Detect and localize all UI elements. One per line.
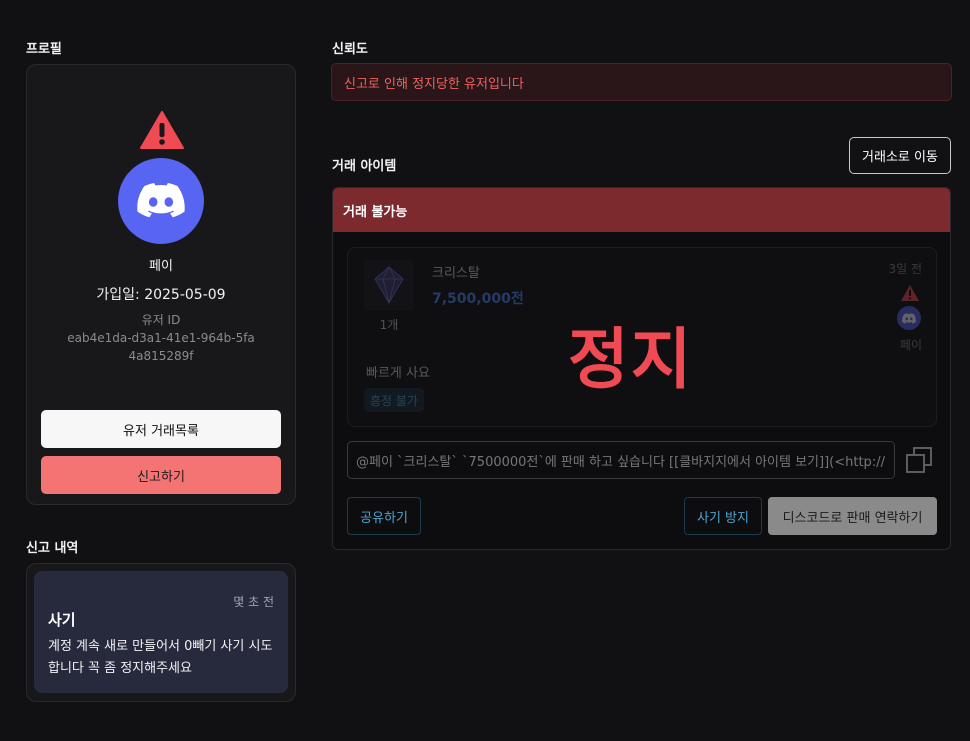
trade-message-input[interactable]: @페이 `크리스탈` `7500000전`에 판매 하고 싶습니다 [[클바지지… — [347, 441, 895, 479]
profile-card: 페이 가입일: 2025-05-09 유저 ID eab4e1da-d3a1-4… — [26, 64, 296, 505]
user-id-label: 유저 ID — [141, 313, 181, 327]
report-list: 몇 초 전 사기 계정 계속 새로 만들어서 0빼기 사기 시도합니다 꼭 좀 … — [26, 563, 296, 702]
profile-section-title: 프로필 — [26, 42, 62, 57]
item-quantity: 1개 — [379, 318, 399, 332]
item-price: 7,500,000전 — [432, 291, 524, 307]
share-button[interactable]: 공유하기 — [347, 497, 421, 535]
banned-stamp: 정지 — [568, 321, 694, 398]
trade-status-header: 거래 불가능 — [333, 188, 950, 232]
user-id-value: eab4e1da-d3a1-41e1-964b-5fa4a815289f — [67, 331, 255, 363]
fraud-prevention-button[interactable]: 사기 방지 — [684, 497, 762, 535]
trade-item[interactable]: 1개 크리스탈 7,500,000전 3일 전 페이 빠르게 사요 흥정 불가 … — [347, 247, 937, 427]
join-date: 가입일: 2025-05-09 — [96, 287, 226, 303]
report-button[interactable]: 신고하기 — [41, 456, 281, 494]
discord-logo-icon — [902, 312, 916, 324]
item-name: 크리스탈 — [432, 266, 480, 281]
warning-icon — [901, 285, 919, 301]
report-body: 계정 계속 새로 만들어서 0빼기 사기 시도합니다 꼭 좀 정지해주세요 — [48, 639, 273, 676]
reports-section-title: 신고 내역 — [26, 541, 79, 556]
report-time: 몇 초 전 — [233, 595, 274, 609]
user-trade-list-button[interactable]: 유저 거래목록 — [41, 410, 281, 448]
item-time: 3일 전 — [888, 262, 922, 276]
trust-section-title: 신뢰도 — [332, 42, 368, 57]
crystal-icon — [374, 266, 404, 304]
item-description: 빠르게 사요 — [366, 366, 430, 381]
trade-section-title: 거래 아이템 — [332, 159, 397, 174]
copy-icon[interactable] — [905, 446, 933, 474]
seller-avatar — [897, 306, 921, 330]
user-nickname: 페이 — [149, 259, 173, 274]
item-thumbnail — [364, 260, 414, 310]
discord-contact-button[interactable]: 디스코드로 판매 연락하기 — [768, 497, 937, 535]
go-to-market-button[interactable]: 거래소로 이동 — [849, 137, 951, 174]
banned-alert: 신고로 인해 정지당한 유저입니다 — [331, 63, 952, 101]
report-title: 사기 — [48, 611, 76, 629]
avatar — [118, 158, 204, 244]
seller-name: 페이 — [899, 338, 922, 352]
discord-logo-icon — [137, 183, 185, 218]
item-tag: 흥정 불가 — [364, 388, 424, 412]
report-item: 몇 초 전 사기 계정 계속 새로 만들어서 0빼기 사기 시도합니다 꼭 좀 … — [34, 571, 288, 693]
trade-card: 거래 불가능 1개 크리스탈 7,500,000전 3일 전 페이 빠르게 사요… — [332, 187, 951, 550]
warning-icon — [140, 111, 184, 149]
